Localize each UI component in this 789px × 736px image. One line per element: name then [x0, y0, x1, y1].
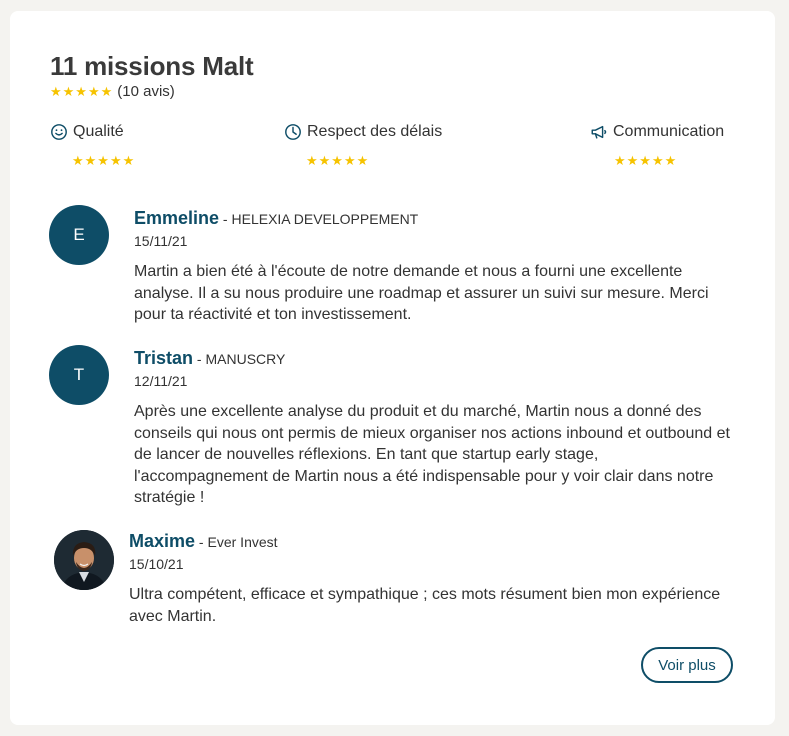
avatar: T [49, 345, 109, 405]
avatar-photo [54, 530, 114, 590]
reviewer-company: Ever Invest [207, 534, 278, 550]
criterion-label: Qualité [73, 123, 124, 140]
criterion-label: Communication [613, 123, 725, 140]
see-more-button[interactable]: Voir plus [641, 647, 733, 683]
criterion-communication: Communication ★★★★★ [590, 123, 725, 168]
criterion-stars: ★★★★★ [72, 153, 136, 168]
rating-stars: ★★★★★ [50, 83, 114, 99]
name-separator: - [193, 351, 206, 367]
avatar: E [49, 205, 109, 265]
megaphone-icon [591, 125, 607, 139]
reviewer-name: Maxime [129, 531, 196, 551]
criterion-stars: ★★★★★ [614, 153, 678, 168]
criterion-quality: Qualité ★★★★★ [50, 123, 134, 168]
person-photo-icon [54, 530, 114, 590]
criterion-deadlines: Respect des délais ★★★★★ [284, 123, 443, 168]
review-date: 12/11/21 [134, 373, 188, 389]
criterion-label: Respect des délais [307, 123, 443, 140]
reviewer-company: MANUSCRY [205, 351, 286, 367]
name-separator: - [195, 534, 208, 550]
overall-rating: ★★★★★ (10 avis) [50, 83, 175, 100]
criterion-stars: ★★★★★ [306, 153, 370, 168]
page-title: 11 missions Malt [50, 51, 254, 81]
review-text: Martin a bien été à l'écoute de notre de… [134, 263, 709, 323]
review-date: 15/11/21 [134, 233, 188, 249]
reviewer-name: Emmeline [134, 208, 220, 228]
name-separator: - [219, 211, 232, 227]
review-text: Ultra compétent, efficace et sympathique… [129, 586, 721, 625]
review-count: (10 avis) [117, 83, 175, 100]
reviews-card: 11 missions Malt ★★★★★ (10 avis) Qualité… [10, 11, 775, 725]
clock-icon [285, 124, 301, 140]
review-date: 15/10/21 [129, 556, 184, 572]
smiley-icon [51, 124, 67, 140]
reviewer-name: Tristan [134, 348, 194, 368]
review-text: Après une excellente analyse du produit … [134, 403, 730, 506]
reviewer-company: HELEXIA DEVELOPPEMENT [231, 211, 419, 227]
